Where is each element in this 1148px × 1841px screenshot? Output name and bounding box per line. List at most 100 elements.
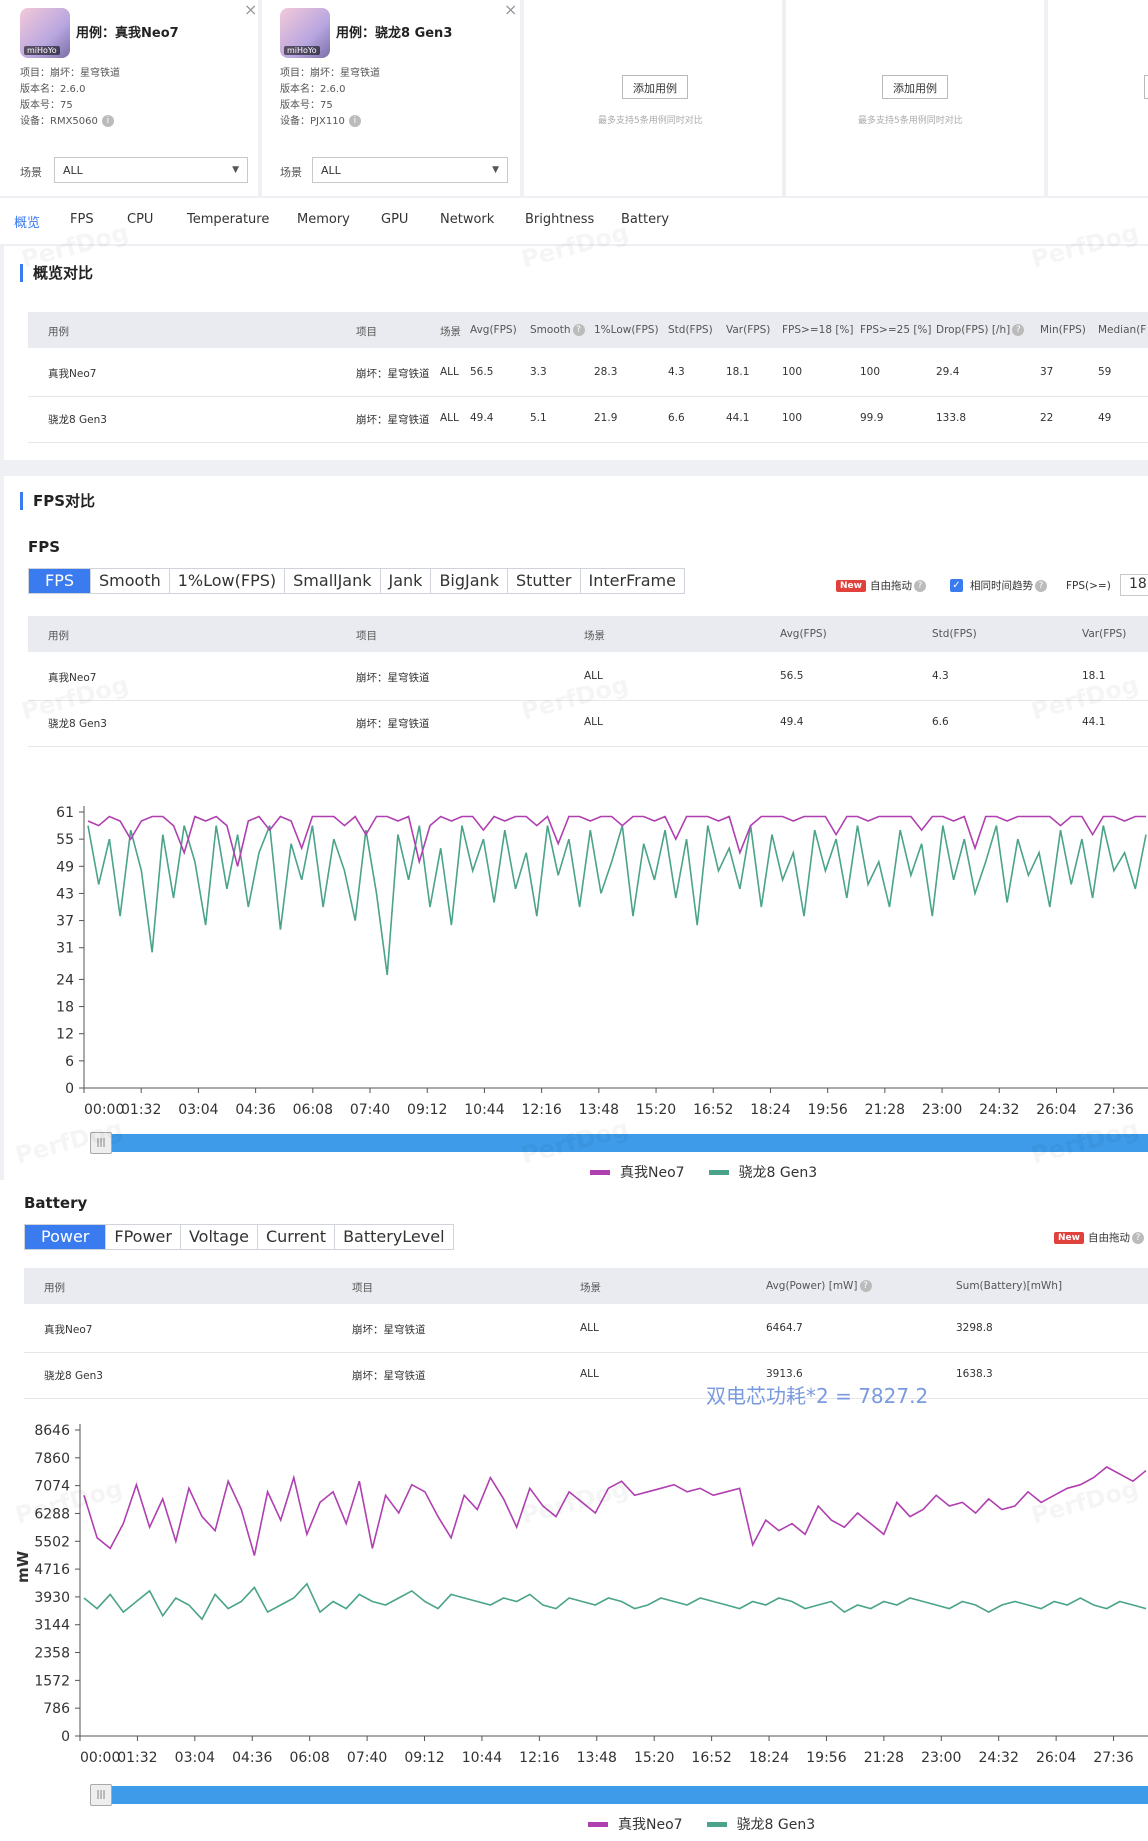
help-icon[interactable]: ? xyxy=(572,324,585,336)
help-icon[interactable]: ? xyxy=(1132,1232,1144,1244)
x-tick-label: 09:12 xyxy=(404,1750,444,1766)
tab-temperature[interactable]: Temperature xyxy=(187,212,269,227)
column-header: 场景 xyxy=(440,324,461,339)
same-time-checkbox[interactable]: ✓ xyxy=(950,579,963,592)
row-divider xyxy=(28,700,1148,701)
help-icon[interactable]: ? xyxy=(1035,580,1047,592)
metric-tabs: 概览 FPS CPU Temperature Memory GPU Networ… xyxy=(0,198,1148,244)
segment-fpower[interactable]: FPower xyxy=(106,1225,181,1249)
fps-chart: 0 6 12 18 24 31 37 43 49 55 61 00:0001:32 03:04 04:36… xyxy=(56,805,1148,1118)
scene-select[interactable]: ALL ▼ xyxy=(54,157,248,183)
close-icon[interactable]: × xyxy=(504,0,517,19)
tab-fps[interactable]: FPS xyxy=(70,212,94,227)
scene-label: 场景 xyxy=(20,166,42,179)
table-cell: 6.6 xyxy=(668,412,685,424)
fps-threshold-input[interactable]: 18 xyxy=(1120,574,1148,596)
info-icon[interactable]: i xyxy=(348,115,361,127)
legend-item-neo7[interactable]: 真我Neo7 xyxy=(590,1162,685,1182)
y-axis-label: mW xyxy=(14,1550,32,1583)
table-cell: 3.3 xyxy=(530,366,547,378)
segment-fps[interactable]: FPS xyxy=(29,569,92,593)
add-case-button[interactable]: 添加用例 xyxy=(622,75,688,99)
y-tick-label: 786 xyxy=(43,1701,70,1717)
column-header: Median(F xyxy=(1098,324,1146,336)
segment-smalljank[interactable]: SmallJank xyxy=(285,569,381,593)
column-header-text: 项目 xyxy=(356,630,377,642)
column-header: Avg(FPS) xyxy=(470,324,517,336)
x-tick-label: 16:52 xyxy=(691,1750,731,1766)
segment-current[interactable]: Current xyxy=(258,1225,336,1249)
legend-item-neo7[interactable]: 真我Neo7 xyxy=(588,1814,683,1834)
slider-handle[interactable]: ||| xyxy=(90,1784,112,1806)
table-cell: 44.1 xyxy=(726,412,750,424)
table-cell: 100 xyxy=(782,366,803,378)
tab-overview[interactable]: 概览 xyxy=(14,212,40,231)
segment-smooth[interactable]: Smooth xyxy=(91,569,170,593)
info-icon[interactable]: i xyxy=(101,115,114,127)
overview-title: 概览对比 xyxy=(20,264,93,282)
x-tick-label: 03:04 xyxy=(178,1102,218,1118)
x-tick-label: 21:28 xyxy=(864,1750,904,1766)
legend-label: 真我Neo7 xyxy=(620,1165,685,1181)
y-tick-label: 3144 xyxy=(34,1618,70,1634)
add-case-slot-2: 添加用例 最多支持5条用例同时对比 xyxy=(786,0,1044,196)
fps-subtitle: FPS xyxy=(28,538,61,556)
battery-time-slider[interactable]: ||| xyxy=(90,1784,1148,1806)
legend-item-gen3[interactable]: 骁龙8 Gen3 xyxy=(706,1814,815,1834)
y-tick-label: 1572 xyxy=(34,1673,70,1689)
add-case-button-partial[interactable] xyxy=(1144,75,1148,99)
table-cell: 49.4 xyxy=(780,716,804,728)
x-tick-label: 06:08 xyxy=(289,1750,329,1766)
row-divider xyxy=(28,746,1148,747)
series-line-1 xyxy=(83,1582,1147,1621)
slider-handle[interactable]: ||| xyxy=(90,1132,112,1154)
tab-brightness[interactable]: Brightness xyxy=(525,212,594,227)
fps-time-slider[interactable]: ||| xyxy=(90,1132,1148,1154)
segment-power[interactable]: Power xyxy=(25,1225,107,1249)
case-meta: 项目：崩坏：星穹铁道 版本名：2.6.0 版本号：75 设备：PJX110 i xyxy=(280,66,380,130)
column-header-text: Avg(Power) [mW] xyxy=(766,1280,858,1292)
table-cell: 49.4 xyxy=(470,412,494,424)
x-tick-label: 13:48 xyxy=(577,1750,617,1766)
add-case-button[interactable]: 添加用例 xyxy=(882,75,948,99)
help-icon[interactable]: ? xyxy=(1012,324,1025,336)
tab-battery[interactable]: Battery xyxy=(621,212,669,227)
table-cell: 骁龙8 Gen3 xyxy=(48,414,107,426)
x-tick-label: 00:00 xyxy=(84,1102,124,1118)
case-version-code: 版本号：75 xyxy=(20,100,73,111)
help-icon[interactable]: ? xyxy=(859,1280,872,1292)
x-tick-label: 10:44 xyxy=(462,1750,502,1766)
tab-gpu[interactable]: GPU xyxy=(381,212,408,227)
help-icon[interactable]: ? xyxy=(914,580,926,592)
y-tick-label: 24 xyxy=(56,972,74,988)
column-header: Smooth? xyxy=(530,324,585,336)
column-header: 项目 xyxy=(352,1280,373,1295)
segment-1-low-fps-[interactable]: 1%Low(FPS) xyxy=(170,569,286,593)
segment-interframe[interactable]: InterFrame xyxy=(581,569,684,593)
table-cell: 59 xyxy=(1098,366,1112,378)
x-tick-label: 27:36 xyxy=(1093,1750,1133,1766)
table-cell: 29.4 xyxy=(936,366,960,378)
x-tick-label: 04:36 xyxy=(235,1102,275,1118)
tab-memory[interactable]: Memory xyxy=(297,212,350,227)
segment-jank[interactable]: Jank xyxy=(381,569,432,593)
table-cell: 3913.6 xyxy=(766,1368,803,1380)
column-header: 用例 xyxy=(44,1280,65,1295)
tab-cpu[interactable]: CPU xyxy=(127,212,153,227)
case-device: 设备：RMX5060 xyxy=(20,116,98,127)
tab-network[interactable]: Network xyxy=(440,212,494,227)
table-cell: ALL xyxy=(584,716,603,728)
legend-item-gen3[interactable]: 骁龙8 Gen3 xyxy=(708,1162,817,1182)
segment-bigjank[interactable]: BigJank xyxy=(431,569,508,593)
table-cell: 6464.7 xyxy=(766,1322,803,1334)
segment-voltage[interactable]: Voltage xyxy=(181,1225,258,1249)
x-tick-label: 19:56 xyxy=(807,1102,847,1118)
segment-stutter[interactable]: Stutter xyxy=(508,569,581,593)
scene-select[interactable]: ALL ▼ xyxy=(312,157,508,183)
close-icon[interactable]: × xyxy=(244,0,257,19)
x-tick-label: 21:28 xyxy=(865,1102,905,1118)
fps-threshold-label: FPS(>=) xyxy=(1066,580,1111,592)
segment-batterylevel[interactable]: BatteryLevel xyxy=(335,1225,452,1249)
y-tick-label: 12 xyxy=(56,1027,74,1043)
x-tick-label: 03:04 xyxy=(175,1750,215,1766)
